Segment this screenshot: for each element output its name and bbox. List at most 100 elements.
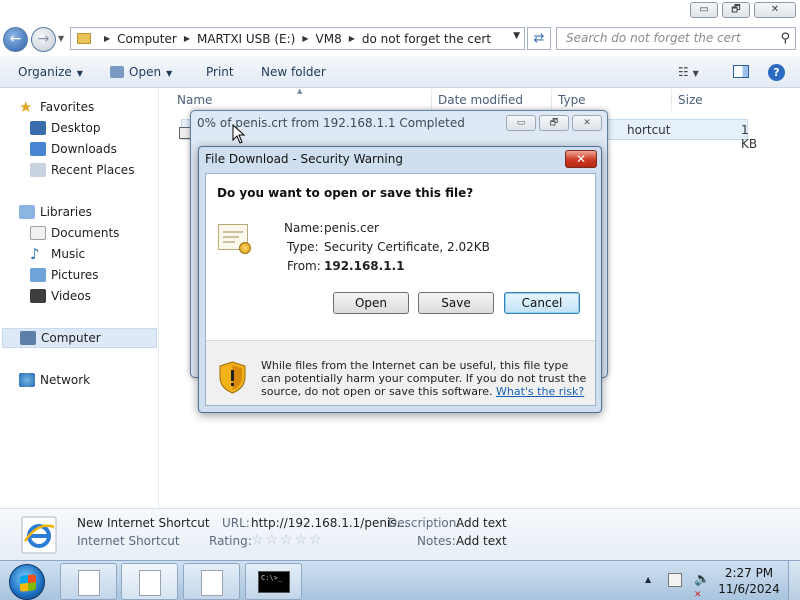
- close-button[interactable]: ✕: [572, 115, 602, 131]
- minimize-button[interactable]: ▭: [506, 115, 536, 131]
- clock-date: 11/6/2024: [718, 582, 780, 596]
- maximize-button[interactable]: 🗗: [722, 2, 750, 18]
- chevron-right-icon[interactable]: ▶: [302, 34, 308, 43]
- show-hidden-icons-button[interactable]: ▲: [645, 575, 651, 584]
- search-placeholder: Search do not forget the cert: [566, 31, 741, 45]
- music-icon: ♪: [30, 245, 40, 263]
- nav-favorites[interactable]: ★ Favorites: [19, 97, 94, 117]
- nav-recent-places[interactable]: Recent Places: [30, 160, 134, 180]
- type-label: Type:: [287, 240, 319, 254]
- libraries-icon: [19, 205, 35, 219]
- chevron-right-icon[interactable]: ▶: [349, 34, 355, 43]
- taskbar-button[interactable]: [60, 563, 117, 600]
- column-header-name[interactable]: Name: [177, 93, 212, 107]
- breadcrumb-current-folder[interactable]: do not forget the cert: [362, 32, 491, 46]
- nav-label: Computer: [41, 331, 101, 345]
- address-bar[interactable]: ▶ Computer ▶ MARTXI USB (E:) ▶ VM8 ▶ do …: [70, 27, 525, 50]
- column-header-size[interactable]: Size: [678, 93, 703, 107]
- windows-logo-icon: [20, 574, 36, 592]
- open-button[interactable]: Open ▼: [110, 65, 172, 79]
- taskbar-button-cmd[interactable]: C:\>_: [245, 563, 302, 600]
- clock[interactable]: 2:27 PM 11/6/2024: [718, 565, 780, 597]
- nav-downloads[interactable]: Downloads: [30, 139, 117, 159]
- file-size: 1 KB: [741, 123, 758, 151]
- warning-shield-icon: [219, 361, 246, 394]
- nav-pictures[interactable]: Pictures: [30, 265, 99, 285]
- search-input[interactable]: Search do not forget the cert ⚲: [556, 27, 796, 50]
- minimize-button[interactable]: ▭: [690, 2, 718, 18]
- details-file-type: Internet Shortcut: [77, 534, 180, 548]
- search-icon[interactable]: ⚲: [780, 28, 790, 49]
- nav-network[interactable]: Network: [19, 370, 90, 390]
- warning-message: While files from the Internet can be use…: [261, 359, 591, 398]
- whats-the-risk-link[interactable]: What's the risk?: [496, 385, 584, 398]
- name-label: Name:: [284, 221, 324, 235]
- url-value[interactable]: http://192.168.1.1/penis...: [251, 516, 408, 530]
- address-row: ← → ▼ ▶ Computer ▶ MARTXI USB (E:) ▶ VM8…: [0, 24, 800, 54]
- window-controls: ▭ 🗗 ✕: [690, 2, 796, 18]
- dialog-body: Do you want to open or save this file? N…: [205, 173, 596, 406]
- nav-libraries[interactable]: Libraries: [19, 202, 92, 222]
- nav-label: Pictures: [51, 268, 99, 282]
- preview-pane-button[interactable]: [733, 65, 749, 78]
- column-header-type[interactable]: Type: [558, 93, 586, 107]
- chevron-right-icon[interactable]: ▶: [104, 34, 110, 43]
- document-icon: [139, 570, 161, 596]
- print-button[interactable]: Print: [206, 65, 234, 79]
- cancel-button[interactable]: Cancel: [504, 292, 580, 314]
- maximize-button[interactable]: 🗗: [539, 115, 569, 131]
- nav-desktop[interactable]: Desktop: [30, 118, 101, 138]
- refresh-button[interactable]: ⇄: [527, 27, 551, 50]
- save-button[interactable]: Save: [418, 292, 494, 314]
- description-value[interactable]: Add text: [456, 516, 507, 530]
- nav-computer[interactable]: Computer: [2, 328, 157, 348]
- help-button[interactable]: ?: [768, 64, 785, 81]
- address-dropdown-icon[interactable]: ▼: [513, 31, 520, 41]
- column-header-date-modified[interactable]: Date modified: [438, 93, 523, 107]
- new-folder-button[interactable]: New folder: [261, 65, 326, 79]
- seal-icon: [239, 242, 251, 254]
- taskbar-button[interactable]: [121, 563, 178, 600]
- nav-videos[interactable]: Videos: [30, 286, 91, 306]
- command-prompt-icon: C:\>_: [258, 571, 290, 593]
- nav-label: Downloads: [51, 142, 117, 156]
- show-desktop-button[interactable]: [788, 561, 800, 600]
- chevron-down-icon: ▼: [692, 69, 699, 78]
- back-arrow-icon: ←: [9, 31, 22, 47]
- taskbar-button[interactable]: [183, 563, 240, 600]
- action-center-icon[interactable]: [668, 573, 682, 587]
- dialog-title: File Download - Security Warning: [205, 152, 403, 166]
- breadcrumb-computer[interactable]: Computer: [117, 32, 177, 46]
- column-divider[interactable]: [431, 89, 432, 111]
- close-button[interactable]: ✕: [754, 2, 796, 18]
- details-file-name: New Internet Shortcut: [77, 516, 210, 530]
- clock-time: 2:27 PM: [724, 566, 774, 580]
- organize-button[interactable]: Organize ▼: [18, 65, 83, 79]
- breadcrumb-drive[interactable]: MARTXI USB (E:): [197, 32, 295, 46]
- internet-explorer-icon: [21, 516, 57, 554]
- nav-music[interactable]: ♪ Music: [30, 244, 85, 264]
- rating-label: Rating:: [209, 534, 252, 548]
- refresh-icon: ⇄: [533, 31, 545, 46]
- url-label: URL:: [222, 516, 250, 530]
- breadcrumb-vm8[interactable]: VM8: [316, 32, 342, 46]
- recent-pages-dropdown[interactable]: ▼: [58, 34, 64, 43]
- progress-window-controls: ▭ 🗗 ✕: [506, 115, 602, 131]
- start-button[interactable]: [9, 564, 45, 600]
- notes-value[interactable]: Add text: [456, 534, 507, 548]
- rating-stars[interactable]: ☆☆☆☆☆: [251, 532, 324, 548]
- nav-documents[interactable]: Documents: [30, 223, 119, 243]
- dialog-close-button[interactable]: ✕: [565, 150, 597, 168]
- volume-muted-icon[interactable]: 🔈✕: [694, 573, 710, 600]
- back-button[interactable]: ←: [3, 27, 28, 52]
- open-button[interactable]: Open: [333, 292, 409, 314]
- column-divider[interactable]: [551, 89, 552, 111]
- downloads-icon: [30, 142, 46, 156]
- column-divider[interactable]: [671, 89, 672, 111]
- view-list-icon: ☷: [678, 65, 689, 79]
- recent-places-icon: [30, 163, 46, 177]
- nav-label: Recent Places: [51, 163, 135, 177]
- chevron-right-icon[interactable]: ▶: [184, 34, 190, 43]
- forward-button[interactable]: →: [31, 27, 56, 52]
- view-options-button[interactable]: ☷ ▼: [678, 65, 699, 79]
